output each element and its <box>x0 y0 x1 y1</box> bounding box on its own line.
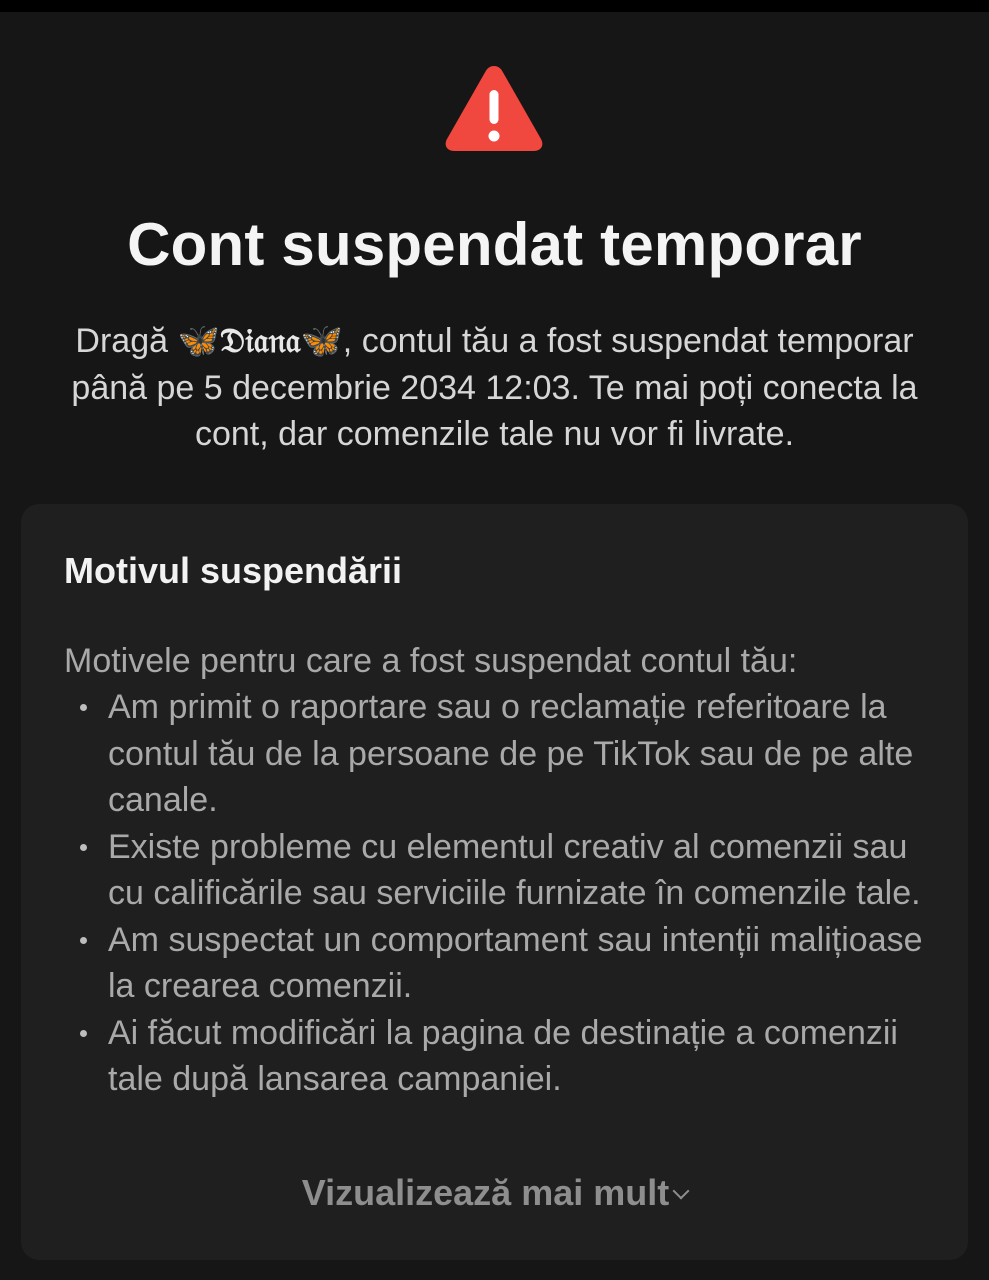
reasons-list: Am primit o raportare sau o reclamație r… <box>64 684 944 1103</box>
suspension-reason-card: Motivul suspendării Motivele pentru care… <box>21 504 968 1260</box>
reason-text: Ai făcut modificări la pagina de destina… <box>108 1013 898 1099</box>
suspension-screen: Cont suspendat temporar Dragă 🦋𝔇𝔦𝔞𝔫𝔞🦋, c… <box>0 0 989 1280</box>
page-title: Cont suspendat temporar <box>127 211 862 278</box>
greeting-text: Dragă <box>75 322 169 360</box>
status-bar <box>0 0 989 12</box>
view-more-label: Vizualizează mai mult <box>301 1172 670 1213</box>
username: 𝔇𝔦𝔞𝔫𝔞 <box>219 321 301 361</box>
butterfly-icon: 🦋 <box>300 322 343 360</box>
bullet-icon <box>80 1029 87 1037</box>
reasons-intro: Motivele pentru care a fost suspendat co… <box>64 642 798 680</box>
reason-text: Am primit o raportare sau o reclamație r… <box>108 688 914 819</box>
warning-icon <box>445 66 543 151</box>
list-item: Am suspectat un comportament sau intenți… <box>64 917 944 1010</box>
view-more-button[interactable]: Vizualizează mai mult <box>21 1172 968 1214</box>
chevron-down-icon <box>672 1182 690 1200</box>
list-item: Am primit o raportare sau o reclamație r… <box>64 684 944 824</box>
suspension-message: Dragă 🦋𝔇𝔦𝔞𝔫𝔞🦋, contul tău a fost suspend… <box>50 318 939 458</box>
bullet-icon <box>80 936 87 944</box>
butterfly-icon: 🦋 <box>177 322 220 360</box>
list-item: Ai făcut modificări la pagina de destina… <box>64 1010 944 1103</box>
card-title: Motivul suspendării <box>64 550 403 591</box>
reason-text: Am suspectat un comportament sau intenți… <box>108 920 923 1006</box>
list-item: Existe probleme cu elementul creativ al … <box>64 824 944 917</box>
bullet-icon <box>80 843 87 851</box>
reason-text: Existe probleme cu elementul creativ al … <box>108 827 921 913</box>
bullet-icon <box>80 704 87 711</box>
